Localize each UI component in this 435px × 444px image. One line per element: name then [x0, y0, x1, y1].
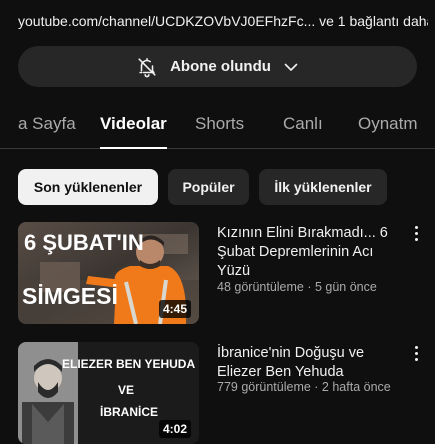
- tab-live[interactable]: Canlı: [283, 114, 323, 134]
- video-item[interactable]: ELIEZER BEN YEHUDA VE İBRANİCE 4:02 İbra…: [18, 342, 435, 444]
- subscribed-label: Abone olundu: [170, 58, 271, 75]
- chip-latest-label: Son yüklenenler: [33, 179, 143, 195]
- thumb-title-line-1: 6 ŞUBAT'IN: [24, 230, 144, 255]
- chip-popular[interactable]: Popüler: [168, 169, 249, 205]
- chip-latest[interactable]: Son yüklenenler: [18, 169, 158, 205]
- channel-tabs: a Sayfa Videolar Shorts Canlı Oynatm: [0, 104, 435, 149]
- tab-shorts[interactable]: Shorts: [195, 114, 244, 134]
- thumb-title-line-2: VE: [118, 383, 134, 397]
- chevron-down-icon: [283, 59, 299, 75]
- thumb-title-line-1: ELIEZER BEN YEHUDA: [62, 357, 195, 371]
- thumb-title-line-2: SİMGESİ: [22, 283, 118, 309]
- video-title[interactable]: İbranice'nin Doğuşu ve Eliezer Ben Yehud…: [217, 344, 403, 382]
- thumb-title-line-3: İBRANİCE: [100, 404, 158, 419]
- video-item[interactable]: 6 ŞUBAT'IN SİMGESİ 4:45 Kızının Elini Bı…: [18, 222, 435, 332]
- chip-oldest-label: İlk yüklenenler: [274, 179, 372, 195]
- tab-videos[interactable]: Videolar: [100, 114, 167, 134]
- more-options-icon[interactable]: [409, 346, 423, 364]
- video-duration: 4:02: [158, 420, 191, 438]
- bell-off-icon: [136, 56, 158, 78]
- tab-home[interactable]: a Sayfa: [18, 114, 76, 134]
- channel-link[interactable]: youtube.com/channel/UCDKZOVbVJ0EFhzFc...: [18, 13, 315, 29]
- sort-chips: Son yüklenenler Popüler İlk yüklenenler: [0, 169, 435, 205]
- channel-links[interactable]: youtube.com/channel/UCDKZOVbVJ0EFhzFc...…: [18, 13, 428, 29]
- more-options-icon[interactable]: [409, 226, 423, 244]
- more-links[interactable]: ve 1 bağlantı daha: [319, 13, 428, 29]
- chip-popular-label: Popüler: [182, 179, 235, 195]
- video-thumbnail[interactable]: ELIEZER BEN YEHUDA VE İBRANİCE 4:02: [18, 342, 199, 444]
- video-title[interactable]: Kızının Elini Bırakmadı... 6 Şubat Depre…: [217, 224, 403, 281]
- tab-playlists[interactable]: Oynatm: [358, 114, 418, 134]
- chip-oldest[interactable]: İlk yüklenenler: [259, 169, 387, 205]
- video-meta: 779 görüntüleme · 2 hafta önce: [217, 380, 391, 394]
- video-meta: 48 görüntüleme · 5 gün önce: [217, 280, 377, 294]
- video-thumbnail[interactable]: 6 ŞUBAT'IN SİMGESİ 4:45: [18, 222, 199, 324]
- subscribed-button[interactable]: Abone olundu: [18, 46, 417, 87]
- video-duration: 4:45: [158, 300, 191, 318]
- active-tab-indicator: [100, 147, 167, 149]
